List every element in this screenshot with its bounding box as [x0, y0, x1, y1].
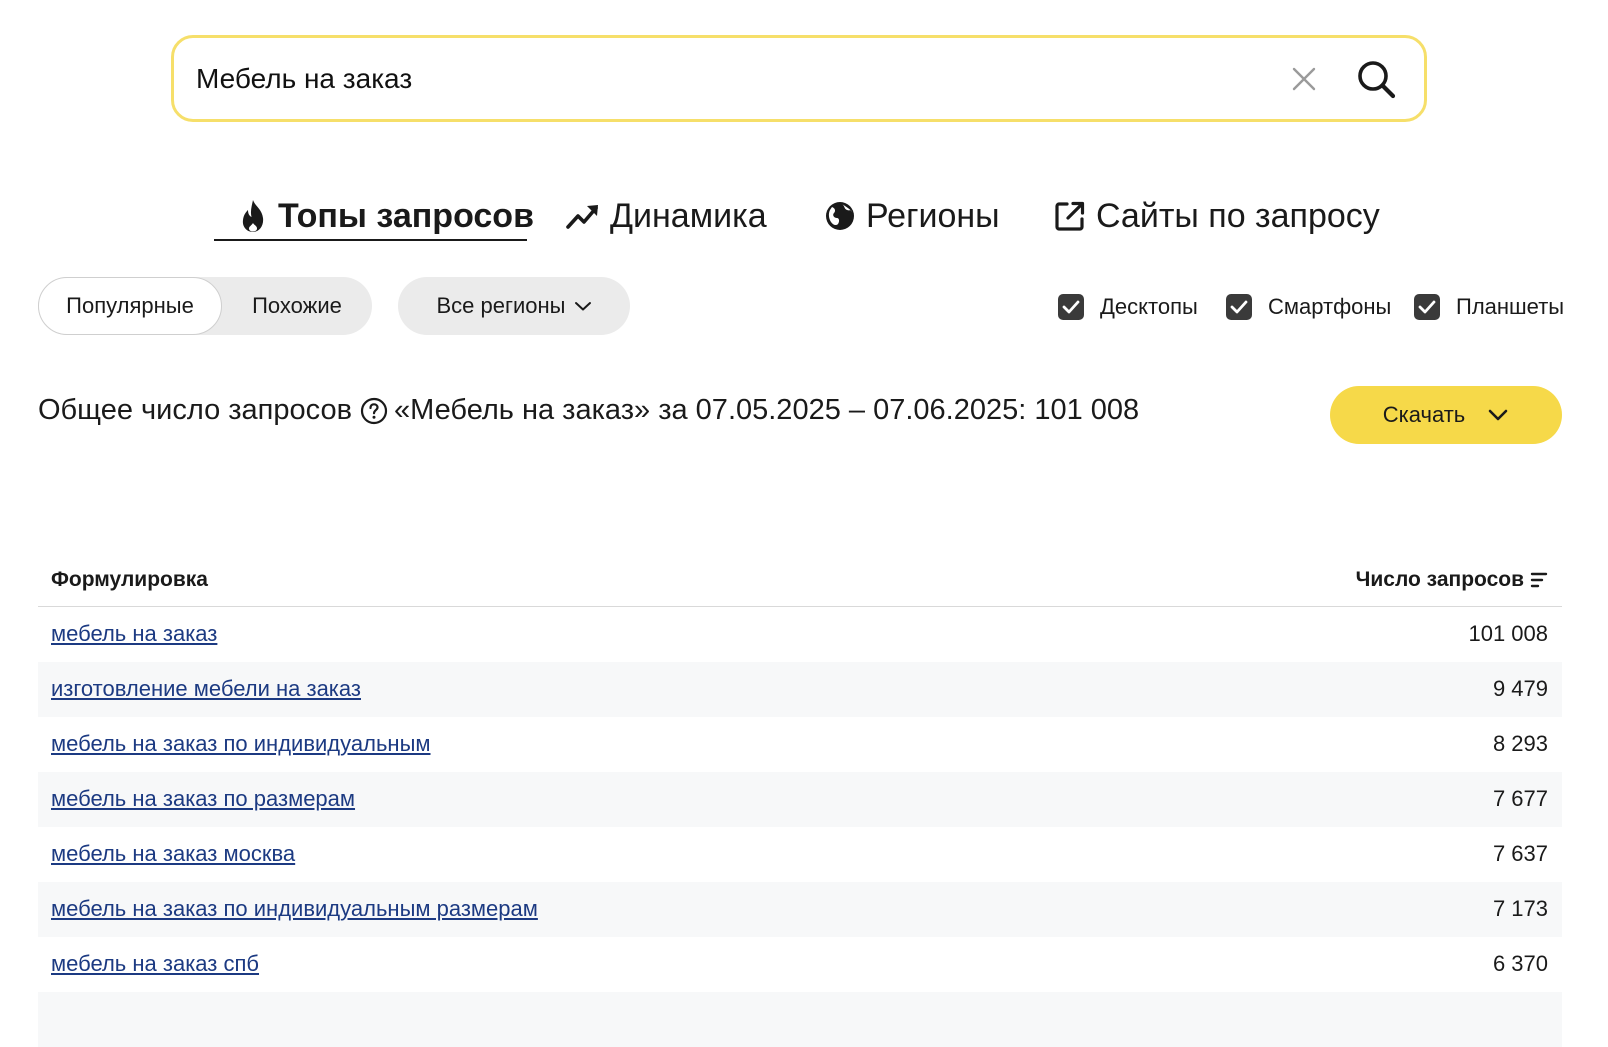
chevron-down-icon [1488, 409, 1508, 421]
query-count: 6 370 [1492, 951, 1548, 976]
tab-label: Топы запросов [278, 196, 534, 235]
query-link[interactable]: изготовление мебели на заказ [51, 676, 361, 702]
tab-regions[interactable]: Регионы [824, 190, 1000, 242]
table-row: мебель на заказ 101 008 [38, 607, 1562, 662]
checkbox-checked-icon [1226, 294, 1252, 320]
search-icon [1358, 60, 1396, 98]
tab-top-queries[interactable]: Топы запросов [238, 190, 534, 242]
table-row: мебель на заказ по размерам 7 677 [38, 772, 1562, 827]
query-link[interactable]: мебель на заказ спб [51, 951, 259, 977]
query-count: 101 008 [1468, 621, 1548, 646]
query-link[interactable]: мебель на заказ [51, 621, 217, 647]
tab-label: Сайты по запросу [1096, 196, 1380, 235]
mode-similar-button[interactable]: Похожие [222, 277, 372, 335]
checkbox-desktops[interactable]: Десктопы [1058, 292, 1198, 322]
query-count: 7 677 [1492, 786, 1548, 811]
region-dropdown[interactable]: Все регионы [398, 277, 630, 335]
checkbox-label: Планшеты [1456, 294, 1565, 319]
total-queries-line: Общее число запросов «Мебель на заказ» з… [38, 394, 1139, 427]
help-icon[interactable] [360, 397, 388, 425]
checkbox-tablets[interactable]: Планшеты [1414, 292, 1564, 322]
query-count: 8 293 [1492, 731, 1548, 756]
sort-icon [1530, 572, 1548, 588]
queries-table: Формулировка Число запросов мебель на за… [38, 556, 1562, 1047]
table-header: Формулировка Число запросов [38, 556, 1562, 607]
clear-button[interactable] [1282, 57, 1326, 101]
query-count: 9 479 [1492, 676, 1548, 701]
query-link[interactable]: мебель на заказ москва [51, 841, 295, 867]
external-link-icon [1055, 201, 1085, 231]
checkbox-smartphones[interactable]: Смартфоны [1226, 292, 1391, 322]
total-text: «Мебель на заказ» за 07.05.2025 – 07.06.… [394, 394, 1140, 426]
table-row: мебель на заказ спб 6 370 [38, 937, 1562, 992]
table-row: мебель на заказ по индивидуальным 8 293 [38, 717, 1562, 772]
chevron-down-icon [574, 302, 591, 311]
query-link[interactable]: мебель на заказ по индивидуальным размер… [51, 896, 538, 922]
region-label: Все регионы [436, 293, 566, 318]
tabs-bar: Топы запросов Динамика Регионы Сайты по … [0, 190, 1608, 246]
column-phrase-header: Формулировка [51, 568, 208, 591]
checkbox-label: Смартфоны [1268, 294, 1392, 319]
tab-label: Регионы [866, 196, 1000, 235]
download-label: Скачать [1382, 402, 1466, 427]
table-row: изготовление мебели на заказ 9 479 [38, 662, 1562, 717]
query-link[interactable]: мебель на заказ по размерам [51, 786, 355, 812]
trend-up-icon [566, 205, 598, 229]
column-count-header[interactable]: Число запросов [1356, 568, 1548, 592]
search-bar [171, 35, 1427, 122]
table-body: мебель на заказ 101 008 изготовление меб… [38, 607, 1562, 1047]
search-input[interactable] [174, 47, 1282, 110]
query-count: 7 637 [1492, 841, 1548, 866]
table-row [38, 992, 1562, 1047]
close-icon [1292, 67, 1316, 90]
query-count: 7 173 [1492, 896, 1548, 921]
download-button[interactable]: Скачать [1330, 386, 1562, 444]
column-count-label: Число запросов [1355, 568, 1524, 591]
table-row: мебель на заказ москва 7 637 [38, 827, 1562, 882]
table-row: мебель на заказ по индивидуальным размер… [38, 882, 1562, 937]
query-link[interactable]: мебель на заказ по индивидуальным [51, 731, 431, 757]
active-tab-underline [214, 239, 527, 241]
globe-icon [826, 202, 854, 230]
search-button[interactable] [1350, 53, 1402, 105]
checkbox-label: Десктопы [1100, 294, 1198, 319]
fire-icon [242, 200, 264, 232]
tab-dynamics[interactable]: Динамика [566, 190, 767, 242]
tab-label: Динамика [610, 196, 767, 235]
mode-popular-button[interactable]: Популярные [38, 277, 222, 335]
checkbox-checked-icon [1414, 294, 1440, 320]
mode-switch: Популярные Похожие [38, 277, 372, 335]
tab-sites[interactable]: Сайты по запросу [1054, 190, 1380, 242]
checkbox-checked-icon [1058, 294, 1084, 320]
total-prefix: Общее число запросов [38, 394, 353, 426]
